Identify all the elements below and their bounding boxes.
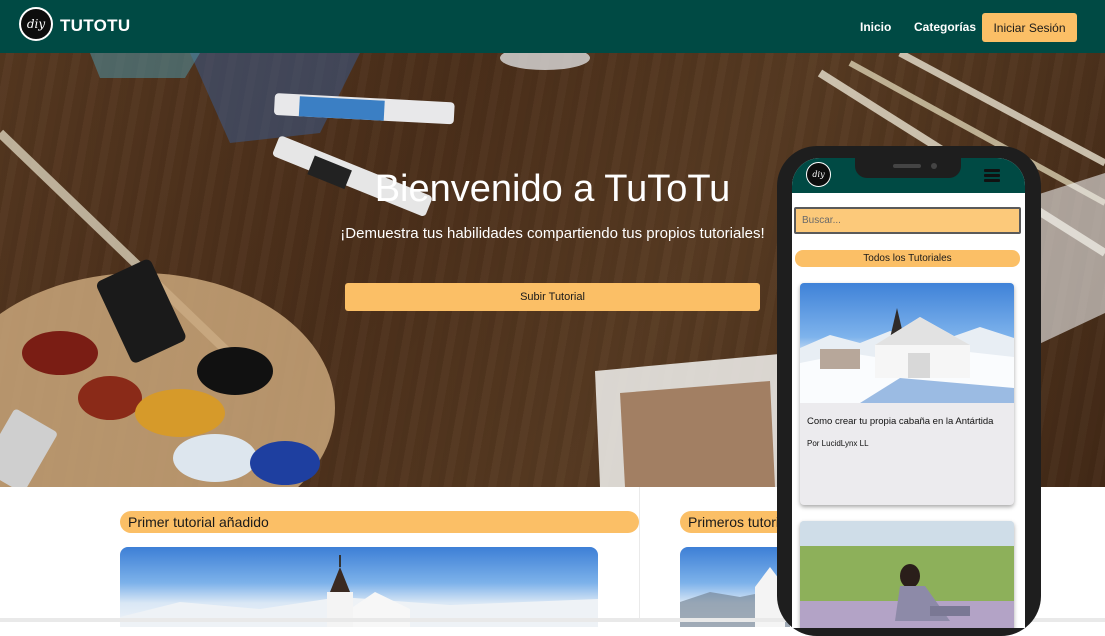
hero-title: Bienvenido a TuToTu [374,168,731,210]
upload-tutorial-button[interactable]: Subir Tutorial [345,283,760,311]
card-image [800,283,1014,403]
hamburger-menu-icon[interactable] [984,169,1000,182]
chapel-image [680,567,790,627]
card-title[interactable]: Como crear tu propia cabaña en la Antárt… [807,416,1007,427]
phone-screen: diy Todos los Tutoriales [792,158,1025,628]
search-input[interactable] [794,207,1021,234]
all-tutorials-title: Todos los Tutoriales [795,250,1020,267]
camera-icon [931,163,937,169]
tutorial-card[interactable]: Como crear tu propia cabaña en la Antárt… [800,283,1014,505]
login-button[interactable]: Iniciar Sesión [982,13,1077,42]
hero-subtitle: ¡Demuestra tus habilidades compartiendo … [340,225,765,242]
diy-logo[interactable]: diy [19,7,53,41]
phone-notch [855,158,961,178]
speaker-icon [893,164,921,168]
phone-diy-logo[interactable]: diy [806,162,831,187]
tutorial-card[interactable] [800,521,1014,628]
chapel-image [120,555,598,627]
yoga-image [800,521,1014,628]
card-image [800,521,1014,628]
first-tutorial-section: Primer tutorial añadido [112,487,640,627]
tutorial-image[interactable] [680,547,790,627]
phone-mockup: diy Todos los Tutoriales [777,146,1041,636]
chapel-image [800,308,1014,403]
tutorial-image[interactable] [120,547,598,627]
nav-link-inicio[interactable]: Inicio [860,20,891,34]
section-title: Primer tutorial añadido [120,511,639,533]
top-navbar: diy TUTOTU Inicio Categorías Iniciar Ses… [0,0,1105,53]
card-author: Por LucidLynx LL [807,439,869,448]
brand-name[interactable]: TUTOTU [60,16,130,36]
nav-link-categorias[interactable]: Categorías [914,20,976,34]
